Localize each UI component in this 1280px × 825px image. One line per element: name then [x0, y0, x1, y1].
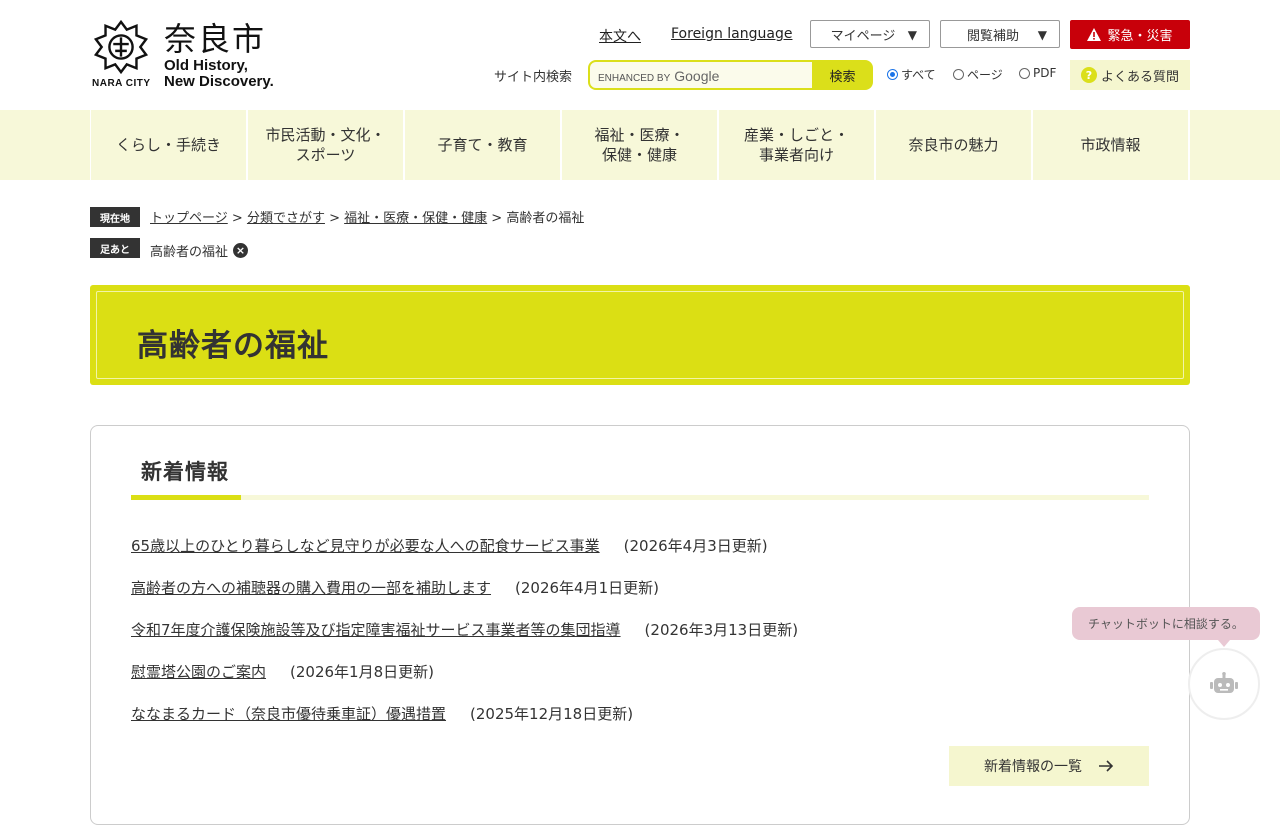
- page-title: 高齢者の福祉: [137, 328, 329, 364]
- nav-item-welfare-health[interactable]: 福祉・医療・ 保健・健康: [562, 110, 719, 180]
- chevron-down-icon: ▼: [1037, 28, 1047, 42]
- page-title-banner: 高齢者の福祉: [90, 285, 1190, 385]
- search-input[interactable]: ENHANCED BY Google: [588, 60, 814, 90]
- nav-item-civic-culture-sports[interactable]: 市民活動・文化・ スポーツ: [248, 110, 405, 180]
- breadcrumb: トップページ > 分類でさがす > 福祉・医療・保健・健康 > 高齢者の福祉: [150, 207, 584, 226]
- footprint-tag: 足あと: [90, 238, 140, 258]
- news-link[interactable]: ななまるカード（奈良市優待乗車証）優遇措置: [131, 703, 446, 724]
- mypage-label: マイページ: [830, 28, 896, 44]
- search-enhanced-text: ENHANCED BY: [598, 73, 671, 84]
- logo-name: 奈良市: [164, 20, 267, 58]
- chatbot-prompt-bubble[interactable]: チャットボットに相談する。: [1072, 607, 1260, 640]
- chatbot-bubble-tail: [1218, 640, 1230, 647]
- foreign-language-link[interactable]: Foreign language: [671, 26, 792, 42]
- list-item: 令和7年度介護保険施設等及び指定障害福祉サービス事業者等の集団指導 (2026年…: [131, 608, 1131, 650]
- logo-city-label: NARA CITY: [92, 78, 151, 89]
- mypage-dropdown[interactable]: マイページ ▼: [810, 20, 930, 48]
- nav-item-industry-business[interactable]: 産業・しごと・ 事業者向け: [719, 110, 876, 180]
- logo-tagline-line2: New Discovery.: [164, 73, 274, 90]
- breadcrumb-separator: >: [329, 211, 340, 226]
- search-scope-page[interactable]: ページ: [953, 66, 1003, 83]
- chatbot-button[interactable]: [1188, 648, 1260, 720]
- news-list: 65歳以上のひとり暮らしなど見守りが必要な人への配食サービス事業 (2026年4…: [131, 524, 1131, 734]
- news-link[interactable]: 令和7年度介護保険施設等及び指定障害福祉サービス事業者等の集団指導: [131, 619, 621, 640]
- page-title-frame: 高齢者の福祉: [96, 291, 1184, 379]
- footprint-item[interactable]: 高齢者の福祉: [150, 241, 228, 260]
- news-date: (2026年3月13日更新): [644, 620, 799, 639]
- emergency-button[interactable]: 緊急・災害: [1070, 20, 1190, 49]
- robot-icon: [1210, 672, 1238, 693]
- list-item: 慰霊塔公園のご案内 (2026年1月8日更新): [131, 650, 1131, 692]
- news-link[interactable]: 65歳以上のひとり暮らしなど見守りが必要な人への配食サービス事業: [131, 535, 600, 556]
- warning-icon: [1087, 28, 1102, 41]
- global-nav: くらし・手続き 市民活動・文化・ スポーツ 子育て・教育 福祉・医療・ 保健・健…: [0, 110, 1280, 180]
- breadcrumb-link-category[interactable]: 分類でさがす: [247, 211, 325, 226]
- emergency-label: 緊急・災害: [1107, 29, 1173, 44]
- news-heading-rule: [131, 495, 1149, 500]
- radio-selected-icon: [887, 69, 898, 80]
- arrow-right-icon: [1099, 760, 1114, 772]
- logo-tagline-line1: Old History,: [164, 57, 248, 74]
- news-date: (2026年4月1日更新): [515, 578, 659, 597]
- news-link[interactable]: 高齢者の方への補聴器の購入費用の一部を補助します: [131, 577, 491, 598]
- radio-icon: [953, 69, 964, 80]
- logo-tagline: Old History, New Discovery.: [164, 58, 274, 90]
- search-scope-all[interactable]: すべて: [887, 66, 936, 83]
- news-link[interactable]: 慰霊塔公園のご案内: [131, 661, 266, 682]
- search-scope-page-label: ページ: [967, 68, 1003, 82]
- list-item: 高齢者の方への補聴器の購入費用の一部を補助します (2026年4月1日更新): [131, 566, 1131, 608]
- nav-item-living[interactable]: くらし・手続き: [91, 110, 248, 180]
- radio-icon: [1019, 67, 1030, 79]
- search-scope-pdf[interactable]: PDF: [1019, 66, 1056, 80]
- nav-item-childcare-education[interactable]: 子育て・教育: [405, 110, 562, 180]
- faq-label: よくある質問: [1100, 69, 1179, 85]
- skip-to-content-link[interactable]: 本文へ: [599, 26, 641, 46]
- news-date: (2025年12月18日更新): [470, 704, 634, 723]
- breadcrumb-separator: >: [231, 211, 243, 226]
- faq-button[interactable]: ? よくある質問: [1070, 60, 1190, 90]
- news-heading-accent: [131, 495, 241, 500]
- nav-item-city-administration[interactable]: 市政情報: [1033, 110, 1190, 180]
- news-card: 新着情報 65歳以上のひとり暮らしなど見守りが必要な人への配食サービス事業 (2…: [90, 425, 1190, 825]
- city-emblem-icon: [93, 19, 149, 75]
- breadcrumb-link-welfare[interactable]: 福祉・医療・保健・健康: [344, 211, 487, 226]
- news-date: (2026年4月3日更新): [623, 536, 768, 555]
- list-item: 65歳以上のひとり暮らしなど見守りが必要な人への配食サービス事業 (2026年4…: [131, 524, 1131, 566]
- site-logo[interactable]: NARA CITY 奈良市 Old History, New Discovery…: [90, 14, 290, 96]
- list-item: ななまるカード（奈良市優待乗車証）優遇措置 (2025年12月18日更新): [131, 692, 1131, 734]
- breadcrumb-link-top[interactable]: トップページ: [150, 211, 228, 226]
- news-date: (2026年1月8日更新): [290, 662, 434, 681]
- search-placeholder: ENHANCED BY Google: [598, 68, 719, 84]
- question-icon: ?: [1080, 67, 1097, 83]
- news-list-more-button[interactable]: 新着情報の一覧: [949, 746, 1149, 786]
- site-header: NARA CITY 奈良市 Old History, New Discovery…: [0, 0, 1280, 110]
- accessibility-dropdown[interactable]: 閲覧補助 ▼: [940, 20, 1060, 48]
- accessibility-label: 閲覧補助: [966, 28, 1019, 44]
- news-more-label: 新着情報の一覧: [984, 759, 1082, 775]
- nav-item-attractions[interactable]: 奈良市の魅力: [876, 110, 1033, 180]
- chevron-down-icon: ▼: [907, 28, 917, 42]
- breadcrumb-tag: 現在地: [90, 207, 140, 227]
- news-heading: 新着情報: [141, 460, 229, 484]
- breadcrumb-separator: >: [491, 211, 503, 226]
- site-search-label: サイト内検索: [494, 70, 573, 85]
- close-icon[interactable]: ×: [233, 243, 249, 258]
- google-logo-text: Google: [674, 68, 720, 84]
- breadcrumb-current: 高齢者の福祉: [506, 211, 585, 226]
- search-scope-all-label: すべて: [901, 68, 936, 82]
- search-button[interactable]: 検索: [812, 60, 873, 90]
- search-scope-pdf-label: PDF: [1033, 66, 1057, 80]
- footprint-trail: 高齢者の福祉 ×: [150, 241, 249, 260]
